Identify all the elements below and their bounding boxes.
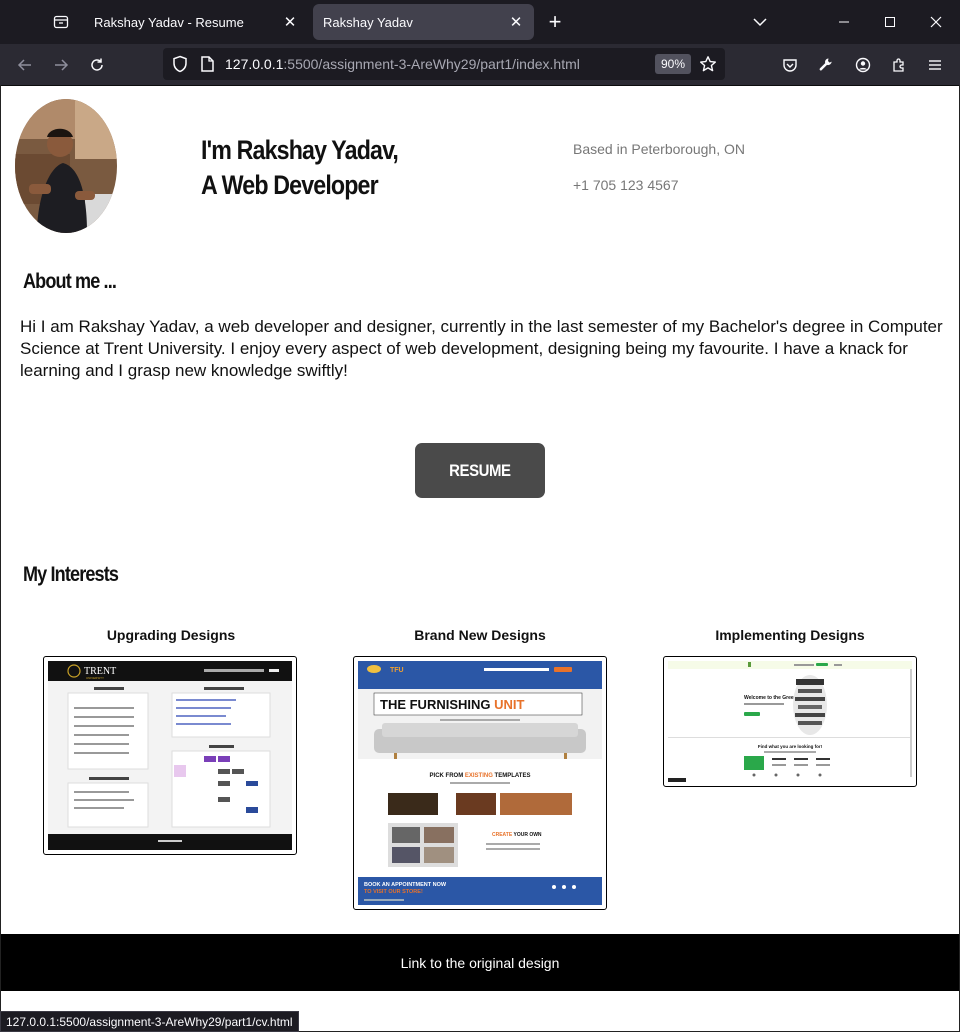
arrow-left-icon [17,59,31,71]
page-content: I'm Rakshay Yadav, A Web Developer Based… [1,86,959,1031]
tfu-pick-heading: PICK FROM EXISTING TEMPLATES [430,773,531,779]
interest-title-implementing: Implementing Designs [715,627,865,643]
about-heading: About me ... [23,270,117,293]
trent-logo-subtext: UNIVERSITY [86,676,104,680]
status-bar: 127.0.0.1:5500/assignment-3-AreWhy29/par… [0,1011,299,1032]
firefox-view-icon [53,15,69,29]
tfu-pick-1: PICK FROM [430,773,465,779]
about-paragraph: Hi I am Rakshay Yadav, a web developer a… [20,317,943,380]
hero-line-2: A Web Developer [201,170,379,200]
url-host: 127.0.0.1 [225,56,284,72]
brand-new-designs-image[interactable]: TFU THE FURNISHING UNIT PICK FROM EXISTI… [353,656,607,910]
back-button[interactable] [11,51,39,79]
tfu-headline: THE FURNISHING UNIT [380,697,525,712]
footer: Link to the original design [1,934,959,991]
menu-button[interactable] [921,51,949,79]
forward-button[interactable] [47,51,75,79]
chevron-down-icon [753,18,767,27]
close-tab-icon[interactable]: ✕ [282,14,298,31]
interests-heading: My Interests [23,563,119,586]
tfu-headline-main: THE FURNISHING [380,697,494,712]
hero-line-1: I'm Rakshay Yadav, [201,135,399,165]
pocket-icon [783,59,797,72]
new-tab-button[interactable]: + [540,8,570,36]
tfu-create-heading: CREATE YOUR OWN [492,832,542,838]
interest-title-upgrading: Upgrading Designs [106,627,236,643]
tfu-book-line-2: TO VISIT OUR STORE! [364,889,423,895]
upgrading-designs-image[interactable]: TRENT UNIVERSITY [43,656,297,855]
url-text[interactable]: 127.0.0.1:5500/assignment-3-AreWhy29/par… [225,56,580,72]
pocket-button[interactable] [776,51,804,79]
close-window-button[interactable] [921,8,951,36]
tfu-logo-text: TFU [390,667,404,674]
extensions-button[interactable] [885,51,913,79]
profile-photo [15,99,117,233]
firefox-view-button[interactable] [44,8,78,36]
maximize-button[interactable] [875,8,905,36]
original-design-link[interactable]: Link to the original design [401,955,560,971]
url-path: :5500/assignment-3-AreWhy29/part1/index.… [283,56,580,72]
tfu-create-1: CREATE [492,832,513,838]
close-icon [930,16,942,28]
tfu-headline-accent: UNIT [494,697,524,712]
wrench-icon [819,58,832,71]
hamburger-menu-icon [929,60,941,70]
tfu-create-2: YOUR OWN [512,832,542,838]
resume-button-label: RESUME [449,460,511,480]
tab-home[interactable]: Rakshay Yadav ✕ [313,4,534,40]
puzzle-icon [893,58,904,72]
resume-button[interactable]: RESUME [415,443,545,498]
interest-title-brand-new: Brand New Designs [414,627,546,643]
reload-icon [91,58,103,71]
phone-text: +1 705 123 4567 [573,177,679,193]
account-button[interactable] [849,51,877,79]
hero-headline: I'm Rakshay Yadav, A Web Developer [201,133,399,203]
contact-info: Based in Peterborough, ON +1 705 123 456… [573,141,745,213]
zoom-level-badge[interactable]: 90% [655,54,692,74]
shield-icon[interactable] [171,55,189,73]
reload-button[interactable] [83,51,111,79]
close-tab-icon[interactable]: ✕ [508,14,524,31]
tfu-pick-2: EXISTING [465,773,493,779]
minimize-button[interactable] [829,8,859,36]
address-bar[interactable]: 127.0.0.1:5500/assignment-3-AreWhy29/par… [163,48,725,80]
green-find-text: Find what you are looking for! [758,744,823,749]
tab-title: Rakshay Yadav [323,14,413,30]
account-icon [855,57,871,73]
tfu-book-line-1: BOOK AN APPOINTMENT NOW [364,882,447,888]
maximize-icon [885,17,895,27]
arrow-right-icon [55,59,69,71]
tab-bar: Rakshay Yadav - Resume ✕ Rakshay Yadav ✕… [0,0,960,44]
implementing-designs-image[interactable]: Welcome to the Green Side Find what you … [663,656,917,787]
tab-title: Rakshay Yadav - Resume [94,14,244,30]
bookmark-star-icon[interactable] [699,55,717,73]
location-text: Based in Peterborough, ON [573,141,745,157]
minimize-icon [839,21,849,23]
page-icon[interactable] [199,55,215,73]
window-border-left [0,85,1,1032]
tfu-pick-3: TEMPLATES [493,773,531,779]
tab-resume[interactable]: Rakshay Yadav - Resume ✕ [84,4,308,40]
list-all-tabs-button[interactable] [745,8,775,36]
developer-tools-button[interactable] [812,51,840,79]
